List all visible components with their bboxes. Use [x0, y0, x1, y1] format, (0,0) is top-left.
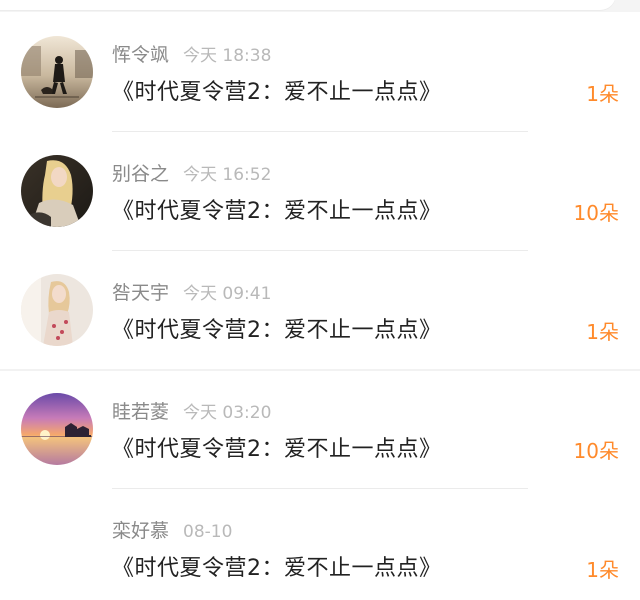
- user-name[interactable]: 栾好慕: [112, 520, 169, 542]
- top-card-edge: [0, 0, 640, 12]
- list-item[interactable]: 栾好慕 08-10 《时代夏令营2：爱不止一点点》 1朵: [0, 488, 640, 600]
- user-name[interactable]: 咎天宇: [112, 282, 169, 304]
- work-title[interactable]: 《时代夏令营2：爱不止一点点》: [112, 554, 442, 584]
- timestamp: 今天 18:38: [183, 46, 272, 66]
- user-name[interactable]: 别谷之: [112, 163, 169, 185]
- name-line: 别谷之 今天 16:52: [112, 161, 271, 187]
- avatar[interactable]: [21, 155, 93, 227]
- divider: [0, 369, 640, 371]
- timestamp: 08-10: [183, 522, 233, 542]
- timestamp: 今天 09:41: [183, 284, 272, 304]
- list-item[interactable]: 咎天宇 今天 09:41 《时代夏令营2：爱不止一点点》 1朵: [0, 250, 640, 369]
- avatar[interactable]: [21, 393, 93, 465]
- work-title[interactable]: 《时代夏令营2：爱不止一点点》: [112, 197, 442, 227]
- name-line: 恽令飒 今天 18:38: [112, 42, 271, 68]
- work-title[interactable]: 《时代夏令营2：爱不止一点点》: [112, 316, 442, 346]
- gift-list: 恽令飒 今天 18:38 《时代夏令营2：爱不止一点点》 1朵 别谷之 今天 1…: [0, 12, 640, 600]
- timestamp: 今天 03:20: [183, 403, 272, 423]
- list-item[interactable]: 别谷之 今天 16:52 《时代夏令营2：爱不止一点点》 10朵: [0, 131, 640, 250]
- flower-count: 1朵: [586, 320, 619, 344]
- flower-count: 10朵: [573, 201, 619, 225]
- list-item[interactable]: 眭若菱 今天 03:20 《时代夏令营2：爱不止一点点》 10朵: [0, 369, 640, 488]
- sunset-sea-avatar: [21, 393, 93, 465]
- flower-count: 10朵: [573, 439, 619, 463]
- name-line: 眭若菱 今天 03:20: [112, 399, 271, 425]
- work-title[interactable]: 《时代夏令营2：爱不止一点点》: [112, 435, 442, 465]
- divider: [112, 131, 528, 132]
- divider: [112, 250, 528, 251]
- gift-record-page: 恽令飒 今天 18:38 《时代夏令营2：爱不止一点点》 1朵 别谷之 今天 1…: [0, 0, 640, 600]
- list-item[interactable]: 恽令飒 今天 18:38 《时代夏令营2：爱不止一点点》 1朵: [0, 12, 640, 131]
- timestamp: 今天 16:52: [183, 165, 272, 185]
- blonde-woman-avatar: [21, 155, 93, 227]
- avatar[interactable]: [21, 36, 93, 108]
- flower-count: 1朵: [586, 558, 619, 582]
- card-edge: [0, 0, 616, 10]
- girl-in-dress-avatar: [21, 274, 93, 346]
- street-dog-walker-avatar: [21, 36, 93, 108]
- avatar[interactable]: [21, 274, 93, 346]
- flower-count: 1朵: [586, 82, 619, 106]
- user-name[interactable]: 眭若菱: [112, 401, 169, 423]
- name-line: 咎天宇 今天 09:41: [112, 280, 271, 306]
- name-line: 栾好慕 08-10: [112, 518, 232, 544]
- user-name[interactable]: 恽令飒: [112, 44, 169, 66]
- work-title[interactable]: 《时代夏令营2：爱不止一点点》: [112, 78, 442, 108]
- divider: [112, 488, 528, 489]
- avatar[interactable]: [21, 512, 93, 584]
